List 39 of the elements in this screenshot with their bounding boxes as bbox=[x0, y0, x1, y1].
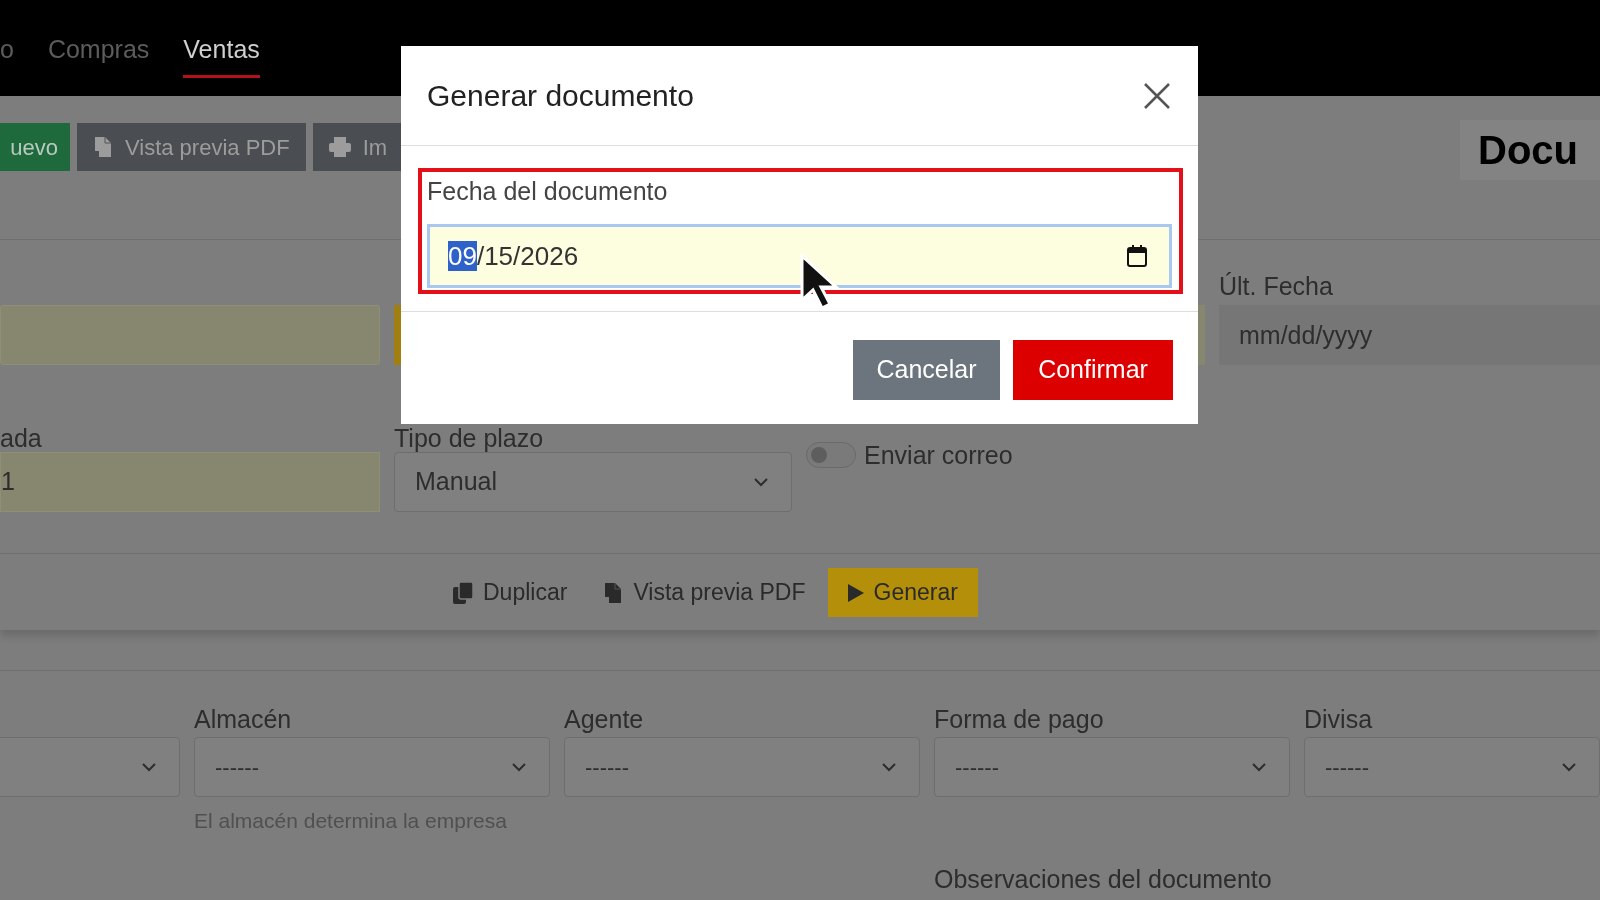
field-label: Fecha del documento bbox=[427, 177, 668, 205]
date-field[interactable]: 09/15/2026 bbox=[427, 224, 1172, 288]
close-button[interactable] bbox=[1142, 80, 1172, 111]
close-icon bbox=[1143, 81, 1171, 110]
action-button[interactable]: Generar bbox=[827, 568, 978, 617]
action-button[interactable]: Vista previa PDF bbox=[603, 568, 806, 617]
field-label: Agente bbox=[564, 704, 645, 735]
toggle-switch[interactable] bbox=[806, 442, 856, 468]
page-title: Docu bbox=[1460, 120, 1600, 180]
date-value: 09/15/2026 bbox=[448, 239, 579, 273]
field-label: Últ. Fecha bbox=[1219, 271, 1334, 302]
select-field[interactable]: ------ bbox=[1304, 737, 1600, 797]
input-field[interactable]: 1 bbox=[0, 452, 380, 512]
nav-tab[interactable]: o bbox=[0, 32, 14, 78]
date-input[interactable]: mm/dd/yyyy bbox=[1219, 305, 1600, 365]
calendar-icon bbox=[1127, 245, 1147, 267]
field-label: Forma de pago bbox=[934, 704, 1105, 735]
field-label: ada bbox=[0, 424, 42, 452]
field-label: Observaciones del documento bbox=[934, 864, 1272, 894]
toolbar-button[interactable]: uevo bbox=[0, 123, 70, 171]
toggle-label: Enviar correo bbox=[864, 442, 1013, 468]
field-label: Tipo de plazo bbox=[394, 424, 544, 452]
dialog-button[interactable]: Confirmar bbox=[1013, 340, 1173, 400]
select-field[interactable]: ------ bbox=[564, 737, 920, 797]
copy-icon bbox=[453, 581, 473, 604]
pdf-file-icon bbox=[93, 136, 113, 158]
play-icon bbox=[847, 583, 864, 602]
toolbar-button[interactable]: Vista previa PDF bbox=[77, 123, 306, 171]
field-label: Divisa bbox=[1304, 704, 1374, 735]
dialog-button[interactable]: Cancelar bbox=[853, 340, 1000, 400]
select-field[interactable]: Manual bbox=[394, 452, 792, 512]
select-field[interactable]: ------ bbox=[934, 737, 1290, 797]
nav-tab[interactable]: Compras bbox=[47, 32, 150, 78]
dialog-title: Generar documento bbox=[427, 78, 694, 114]
select-field[interactable]: ------ bbox=[194, 737, 550, 797]
nav-tab[interactable]: Ventas bbox=[183, 32, 260, 78]
action-button[interactable]: Duplicar bbox=[453, 568, 568, 617]
pdf-file-icon bbox=[603, 581, 624, 604]
field-label: Almacén bbox=[194, 704, 293, 735]
